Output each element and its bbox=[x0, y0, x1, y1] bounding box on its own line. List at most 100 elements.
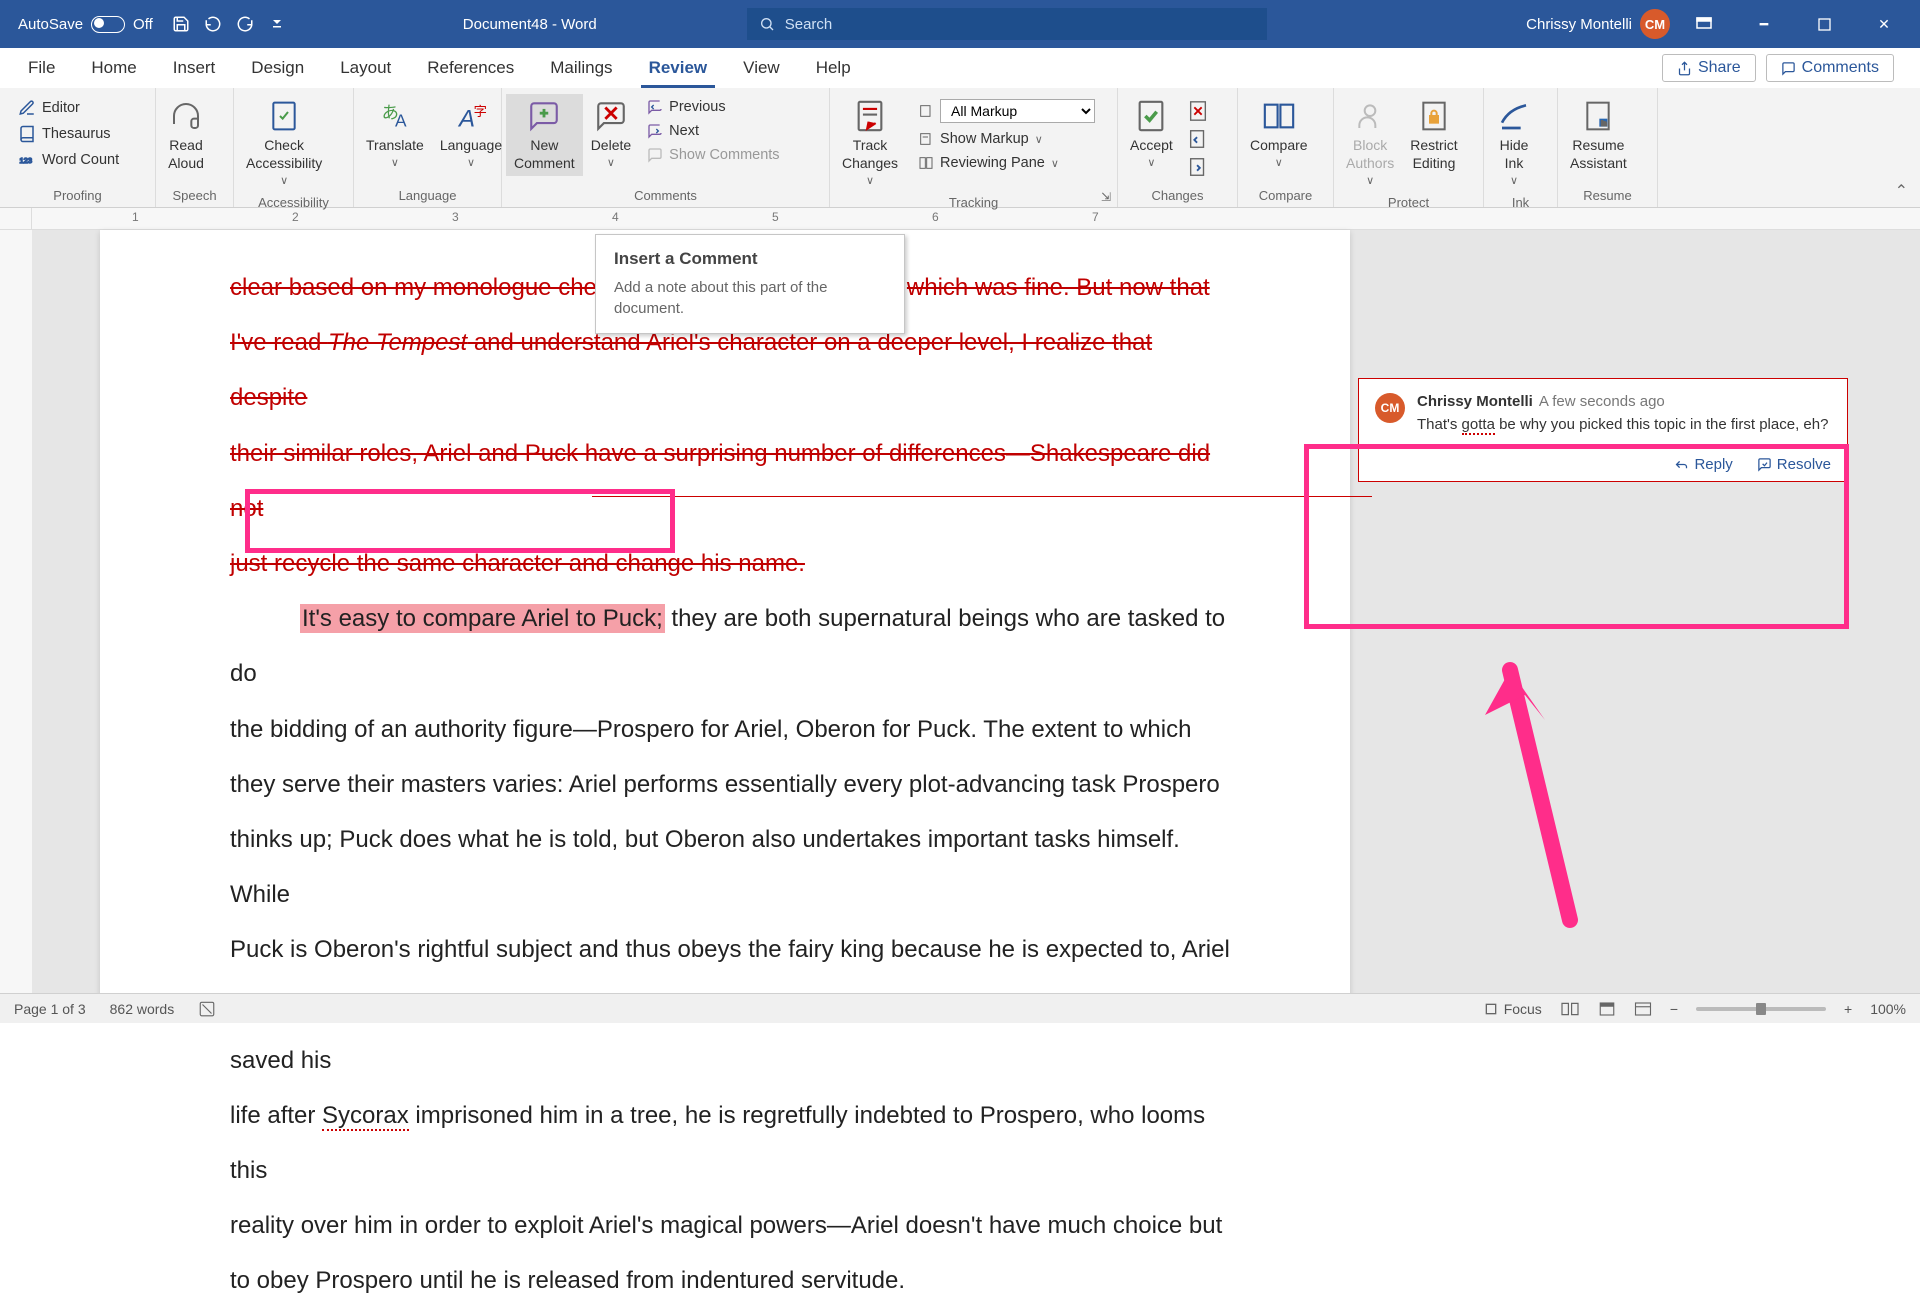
translate-icon: あA bbox=[377, 98, 413, 134]
group-label-language: Language bbox=[358, 186, 497, 207]
document-body[interactable]: clear based on my monologue chewhich was… bbox=[230, 260, 1230, 1309]
document-page[interactable]: clear based on my monologue chewhich was… bbox=[100, 230, 1350, 1013]
next-change-icon bbox=[1187, 156, 1209, 178]
tab-file[interactable]: File bbox=[10, 48, 73, 88]
previous-comment-button[interactable]: Previous bbox=[639, 96, 787, 118]
delete-comment-icon bbox=[593, 98, 629, 134]
zoom-out-button[interactable]: − bbox=[1670, 1001, 1678, 1017]
ribbon-display-icon[interactable] bbox=[1678, 0, 1730, 48]
restrict-editing-button[interactable]: Restrict Editing bbox=[1402, 94, 1465, 176]
resume-assistant-button[interactable]: inResume Assistant bbox=[1562, 94, 1635, 176]
accept-icon bbox=[1133, 98, 1169, 134]
toggle-off-icon bbox=[91, 16, 125, 33]
autosave-state: Off bbox=[133, 16, 153, 33]
reject-button[interactable] bbox=[1181, 98, 1215, 124]
previous-icon bbox=[647, 99, 663, 115]
reply-button[interactable]: Reply bbox=[1674, 456, 1732, 473]
read-mode-icon[interactable] bbox=[1560, 1001, 1580, 1017]
status-bar: Page 1 of 3 862 words Focus − + 100% bbox=[0, 993, 1920, 1023]
search-placeholder: Search bbox=[785, 16, 833, 33]
tab-review[interactable]: Review bbox=[631, 48, 726, 88]
resume-icon: in bbox=[1580, 98, 1616, 134]
svg-text:A: A bbox=[457, 106, 475, 132]
show-comments-icon bbox=[647, 147, 663, 163]
new-comment-tooltip: Insert a Comment Add a note about this p… bbox=[595, 234, 905, 334]
svg-text:A: A bbox=[395, 111, 407, 131]
zoom-level[interactable]: 100% bbox=[1870, 1001, 1906, 1017]
close-button[interactable]: ✕ bbox=[1858, 0, 1910, 48]
show-markup-button[interactable]: Show Markup bbox=[910, 128, 1103, 150]
commented-text[interactable]: It's easy to compare Ariel to Puck; bbox=[300, 604, 665, 633]
undo-icon[interactable] bbox=[197, 8, 229, 40]
translate-button[interactable]: あATranslate bbox=[358, 94, 432, 174]
tab-insert[interactable]: Insert bbox=[155, 48, 234, 88]
maximize-button[interactable] bbox=[1798, 0, 1850, 48]
block-authors-button[interactable]: Block Authors bbox=[1338, 94, 1402, 193]
save-icon[interactable] bbox=[165, 8, 197, 40]
proofing-indicator[interactable] bbox=[198, 1000, 216, 1018]
restrict-icon bbox=[1416, 98, 1452, 134]
user-avatar[interactable]: CM bbox=[1640, 9, 1670, 39]
share-icon bbox=[1677, 61, 1692, 76]
web-layout-icon[interactable] bbox=[1634, 1001, 1652, 1017]
next-comment-button[interactable]: Next bbox=[639, 120, 787, 142]
search-input[interactable]: Search bbox=[747, 8, 1267, 40]
redo-icon[interactable] bbox=[229, 8, 261, 40]
tooltip-desc: Add a note about this part of the docume… bbox=[614, 277, 886, 319]
user-name[interactable]: Chrissy Montelli bbox=[1526, 16, 1632, 33]
comments-icon bbox=[1781, 61, 1796, 76]
tab-layout[interactable]: Layout bbox=[322, 48, 409, 88]
new-comment-button[interactable]: New Comment bbox=[506, 94, 583, 176]
reply-icon bbox=[1674, 457, 1689, 472]
tab-view[interactable]: View bbox=[725, 48, 798, 88]
next-icon bbox=[647, 123, 663, 139]
comments-button[interactable]: Comments bbox=[1766, 54, 1894, 82]
minimize-button[interactable]: ━ bbox=[1738, 0, 1790, 48]
svg-text:字: 字 bbox=[474, 104, 487, 119]
resolve-button[interactable]: Resolve bbox=[1757, 456, 1831, 473]
language-button[interactable]: A字Language bbox=[432, 94, 510, 174]
group-label-resume: Resume bbox=[1562, 186, 1653, 207]
collapse-ribbon-icon[interactable]: ⌃ bbox=[1895, 181, 1908, 201]
autosave-label: AutoSave bbox=[18, 16, 83, 33]
tooltip-title: Insert a Comment bbox=[614, 249, 886, 269]
comment-avatar: CM bbox=[1375, 393, 1405, 423]
svg-text:in: in bbox=[1602, 120, 1607, 127]
word-count-indicator[interactable]: 862 words bbox=[110, 1001, 175, 1017]
delete-comment-button[interactable]: Delete bbox=[583, 94, 639, 174]
autosave-toggle[interactable]: AutoSave Off bbox=[0, 16, 165, 33]
comment-card[interactable]: CM Chrissy MontelliA few seconds ago Tha… bbox=[1358, 378, 1848, 482]
reviewing-pane-button[interactable]: Reviewing Pane bbox=[910, 152, 1103, 174]
reviewing-pane-icon bbox=[918, 155, 934, 171]
tab-home[interactable]: Home bbox=[73, 48, 154, 88]
comment-message: That's gotta be why you picked this topi… bbox=[1417, 414, 1828, 435]
word-count-icon: 123 bbox=[18, 151, 36, 169]
print-layout-icon[interactable] bbox=[1598, 1001, 1616, 1017]
tracking-launcher-icon[interactable]: ⇲ bbox=[1101, 190, 1111, 204]
tab-design[interactable]: Design bbox=[233, 48, 322, 88]
page-indicator[interactable]: Page 1 of 3 bbox=[14, 1001, 86, 1017]
markup-dropdown[interactable]: All Markup bbox=[910, 96, 1103, 126]
compare-button[interactable]: Compare bbox=[1242, 94, 1316, 174]
share-button[interactable]: Share bbox=[1662, 54, 1756, 82]
hide-ink-button[interactable]: Hide Ink bbox=[1488, 94, 1540, 193]
word-count-button[interactable]: 123Word Count bbox=[10, 148, 127, 172]
check-accessibility-button[interactable]: Check Accessibility bbox=[238, 94, 330, 193]
track-changes-button[interactable]: Track Changes bbox=[834, 94, 906, 193]
zoom-slider[interactable] bbox=[1696, 1007, 1826, 1011]
thesaurus-button[interactable]: Thesaurus bbox=[10, 122, 127, 146]
next-change-button[interactable] bbox=[1181, 154, 1215, 180]
focus-button[interactable]: Focus bbox=[1483, 1001, 1542, 1017]
customize-qat-icon[interactable] bbox=[261, 8, 293, 40]
prev-change-icon bbox=[1187, 128, 1209, 150]
group-label-proofing: Proofing bbox=[4, 186, 151, 207]
tab-mailings[interactable]: Mailings bbox=[532, 48, 630, 88]
read-aloud-button[interactable]: Read Aloud bbox=[160, 94, 212, 176]
tab-references[interactable]: References bbox=[409, 48, 532, 88]
prev-change-button[interactable] bbox=[1181, 126, 1215, 152]
accept-button[interactable]: Accept bbox=[1122, 94, 1181, 174]
zoom-in-button[interactable]: + bbox=[1844, 1001, 1852, 1017]
tab-help[interactable]: Help bbox=[798, 48, 869, 88]
editor-button[interactable]: Editor bbox=[10, 96, 127, 120]
group-label-comments: Comments bbox=[506, 186, 825, 207]
